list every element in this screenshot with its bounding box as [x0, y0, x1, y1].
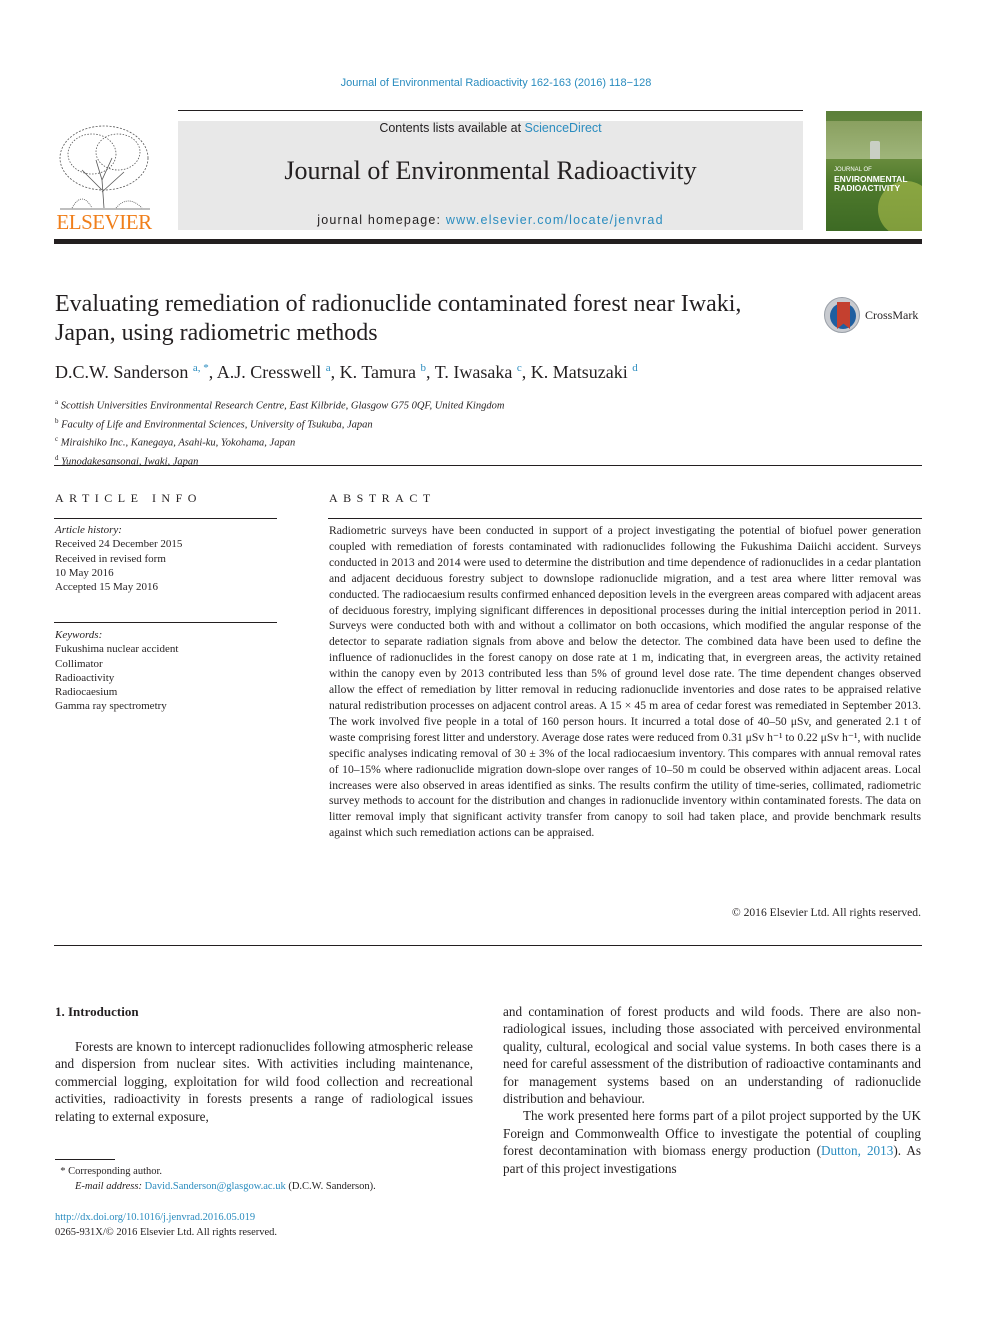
doi-block: http://dx.doi.org/10.1016/j.jenvrad.2016…: [55, 1210, 475, 1240]
body-column-left: Forests are known to intercept radionucl…: [55, 1038, 473, 1125]
journal-homepage-line: journal homepage: www.elsevier.com/locat…: [178, 213, 803, 227]
email-note: E-mail address: David.Sanderson@glasgow.…: [55, 1179, 475, 1194]
cover-title-line2: RADIOACTIVITY: [834, 183, 901, 193]
footnotes: * Corresponding author. E-mail address: …: [55, 1164, 475, 1194]
keyword-item: Radiocaesium: [55, 686, 118, 699]
affiliation-item: c Miraishiko Inc., Kanegaya, Asahi-ku, Y…: [55, 432, 755, 451]
keyword-item: Gamma ray spectrometry: [55, 700, 167, 713]
affiliation-text: Scottish Universities Environmental Rese…: [60, 400, 505, 412]
email-link[interactable]: David.Sanderson@glasgow.ac.uk: [145, 1181, 286, 1192]
contents-availability-line: Contents lists available at ScienceDirec…: [178, 121, 803, 135]
abstract-copyright: © 2016 Elsevier Ltd. All rights reserved…: [731, 906, 921, 919]
keyword-item: Fukushima nuclear accident: [55, 643, 179, 656]
masthead-top-rule: [178, 110, 803, 111]
affiliation-text: Faculty of Life and Environmental Scienc…: [61, 419, 373, 430]
author-list: D.C.W. Sanderson a, *, A.J. Cresswell a,…: [55, 362, 638, 382]
footnote-divider: [55, 1159, 115, 1160]
divider: [328, 518, 922, 519]
contents-prefix: Contents lists available at: [379, 121, 525, 135]
body-column-right: and contamination of forest products and…: [503, 1003, 921, 1177]
crossmark-badge[interactable]: CrossMark: [824, 297, 944, 335]
author-name: D.C.W. Sanderson: [55, 362, 189, 382]
abstract-heading: ABSTRACT: [329, 491, 436, 505]
footnote-marker: *: [60, 1166, 66, 1177]
keyword-item: Collimator: [55, 657, 103, 670]
divider: [54, 518, 277, 519]
issn-copyright: 0265-931X/© 2016 Elsevier Ltd. All right…: [55, 1227, 278, 1238]
author-affiliation-marker[interactable]: d: [632, 362, 638, 374]
paragraph: Forests are known to intercept radionucl…: [55, 1039, 473, 1124]
journal-cover-thumbnail[interactable]: JOURNAL OF ENVIRONMENTAL RADIOACTIVITY: [826, 111, 922, 231]
email-label: E-mail address:: [75, 1181, 142, 1192]
affiliation-marker: b: [55, 416, 59, 425]
affiliation-marker: a: [55, 398, 59, 406]
author-affiliation-marker[interactable]: c: [517, 362, 522, 374]
citation-link[interactable]: Dutton, 2013: [821, 1143, 893, 1158]
cover-title: JOURNAL OF ENVIRONMENTAL RADIOACTIVITY: [834, 166, 920, 193]
author-name: K. Matsuzaki: [530, 362, 628, 382]
divider: [54, 945, 922, 946]
journal-homepage-link[interactable]: www.elsevier.com/locate/jenvrad: [446, 213, 664, 227]
author-name: T. Iwasaka: [434, 362, 513, 382]
affiliation-item: d Yunodakesansonai, Iwaki, Japan: [55, 451, 755, 470]
article-history: Article history: Received 24 December 20…: [55, 523, 277, 594]
article-history-label: Article history:: [55, 524, 122, 536]
author-affiliation-marker[interactable]: b: [421, 362, 427, 374]
elsevier-wordmark: ELSEVIER: [56, 210, 152, 234]
history-item: Received 24 December 2015: [55, 538, 183, 551]
affiliation-item: b Faculty of Life and Environmental Scie…: [55, 414, 755, 433]
footnote-text: Corresponding author.: [68, 1166, 163, 1177]
article-info-heading: ARTICLE INFO: [55, 491, 202, 505]
section-heading-introduction: 1. Introduction: [55, 1004, 139, 1019]
cooling-tower-icon: [870, 141, 880, 159]
keywords: Keywords: Fukushima nuclear accident Col…: [55, 628, 277, 714]
masthead-bottom-rule: [54, 239, 922, 244]
doi-link[interactable]: http://dx.doi.org/10.1016/j.jenvrad.2016…: [55, 1210, 475, 1225]
author-name: K. Tamura: [339, 362, 417, 382]
homepage-prefix: journal homepage:: [317, 213, 446, 227]
divider: [54, 622, 277, 623]
history-item: Accepted 15 May 2016: [55, 581, 158, 594]
paragraph: The work presented here forms part of a …: [503, 1107, 921, 1177]
author-affiliation-marker[interactable]: a, *: [193, 362, 209, 374]
affiliation-marker: d: [55, 453, 59, 462]
affiliation-text: Miraishiko Inc., Kanegaya, Asahi-ku, Yok…: [60, 437, 296, 449]
sciencedirect-link[interactable]: ScienceDirect: [525, 121, 602, 135]
crossmark-icon: [824, 297, 860, 333]
divider: [54, 465, 922, 466]
author-name: A.J. Cresswell: [216, 362, 322, 382]
keywords-label: Keywords:: [55, 629, 103, 641]
history-item: 10 May 2016: [55, 566, 114, 579]
article-title: Evaluating remediation of radionuclide c…: [55, 291, 742, 346]
keyword-item: Radioactivity: [55, 671, 115, 684]
running-header-citation[interactable]: Journal of Environmental Radioactivity 1…: [0, 77, 992, 89]
abstract-text: Radiometric surveys have been conducted …: [329, 524, 921, 840]
crossmark-label: CrossMark: [865, 308, 919, 322]
affiliation-list: a Scottish Universities Environmental Re…: [55, 395, 755, 469]
paragraph: and contamination of forest products and…: [503, 1004, 921, 1107]
history-item: Received in revised form: [55, 552, 166, 565]
author-affiliation-marker[interactable]: a: [326, 362, 331, 374]
corresponding-author-note: * Corresponding author.: [55, 1164, 475, 1179]
email-owner: (D.C.W. Sanderson).: [288, 1181, 376, 1192]
journal-name: Journal of Environmental Radioactivity: [284, 156, 697, 185]
affiliation-marker: c: [55, 435, 59, 443]
affiliation-item: a Scottish Universities Environmental Re…: [55, 395, 755, 414]
